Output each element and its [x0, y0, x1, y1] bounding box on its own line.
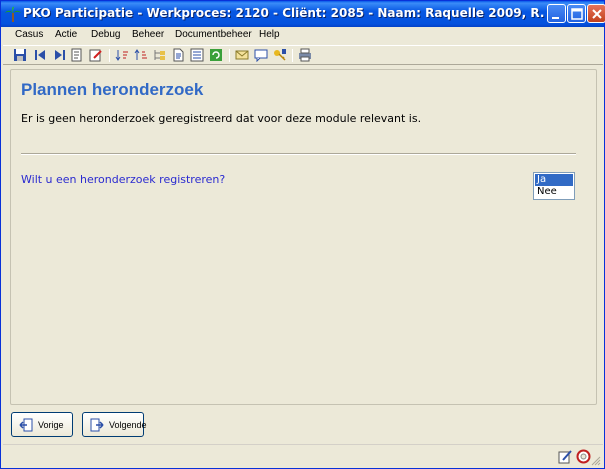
edit-icon[interactable]: [89, 48, 103, 62]
window-title: PKO Participatie - Werkproces: 2120 - Cl…: [23, 6, 545, 20]
option-ja[interactable]: Ja: [535, 174, 573, 186]
maximize-icon: [571, 8, 583, 20]
close-button[interactable]: [587, 4, 605, 23]
close-icon: [592, 9, 602, 19]
maximize-button[interactable]: [567, 4, 586, 23]
title-bar[interactable]: PKO Participatie - Werkproces: 2120 - Cl…: [1, 1, 605, 27]
first-record-icon[interactable]: [33, 48, 47, 62]
save-icon[interactable]: [13, 48, 27, 62]
next-label: Volgende: [109, 420, 147, 430]
resize-grip-icon[interactable]: [591, 456, 601, 466]
minimize-button[interactable]: [547, 4, 566, 23]
minimize-icon: [552, 17, 559, 19]
divider: [21, 153, 576, 155]
main-panel: Plannen heronderzoek Er is geen heronder…: [10, 69, 597, 405]
menu-debug[interactable]: Debug: [91, 29, 120, 40]
answer-listbox[interactable]: Ja Nee: [533, 172, 575, 200]
print-icon[interactable]: [298, 48, 312, 62]
toolbar-separator: [229, 49, 230, 62]
tree-icon[interactable]: [153, 48, 167, 62]
key-icon[interactable]: [273, 48, 287, 62]
list-icon[interactable]: [190, 48, 204, 62]
application-window: PKO Participatie - Werkproces: 2120 - Cl…: [0, 0, 605, 469]
menu-actie[interactable]: Actie: [55, 29, 77, 40]
toolbar: [3, 45, 603, 65]
arrow-left-icon: [19, 418, 33, 432]
next-button[interactable]: Volgende: [82, 412, 147, 437]
menu-documentbeheer[interactable]: Documentbeheer: [175, 29, 252, 40]
arrow-right-icon: [90, 418, 104, 432]
previous-button[interactable]: Vorige: [11, 412, 73, 437]
toolbar-separator: [292, 49, 293, 62]
sort-up-icon[interactable]: [134, 48, 148, 62]
toolbar-separator: [109, 49, 110, 62]
notes-icon[interactable]: [70, 48, 84, 62]
edit-note-icon[interactable]: [558, 449, 573, 464]
menu-casus[interactable]: Casus: [15, 29, 43, 40]
status-message: Er is geen heronderzoek geregistreerd da…: [21, 112, 422, 125]
register-question: Wilt u een heronderzoek registreren?: [21, 173, 226, 186]
sort-down-icon[interactable]: [115, 48, 129, 62]
page-title: Plannen heronderzoek: [21, 80, 204, 99]
help-lifebuoy-icon[interactable]: [576, 449, 591, 464]
status-bar: [3, 444, 603, 468]
palm-tree-icon: [5, 6, 21, 22]
document-icon[interactable]: [171, 48, 185, 62]
menu-help[interactable]: Help: [259, 29, 280, 40]
refresh-icon[interactable]: [209, 48, 223, 62]
option-nee[interactable]: Nee: [535, 186, 573, 198]
menu-beheer[interactable]: Beheer: [132, 29, 164, 40]
message-icon[interactable]: [254, 48, 268, 62]
menu-bar: Casus Actie Debug Beheer Documentbeheer …: [3, 27, 603, 45]
mail-icon[interactable]: [235, 48, 249, 62]
last-record-icon[interactable]: [53, 48, 67, 62]
previous-label: Vorige: [38, 420, 64, 430]
